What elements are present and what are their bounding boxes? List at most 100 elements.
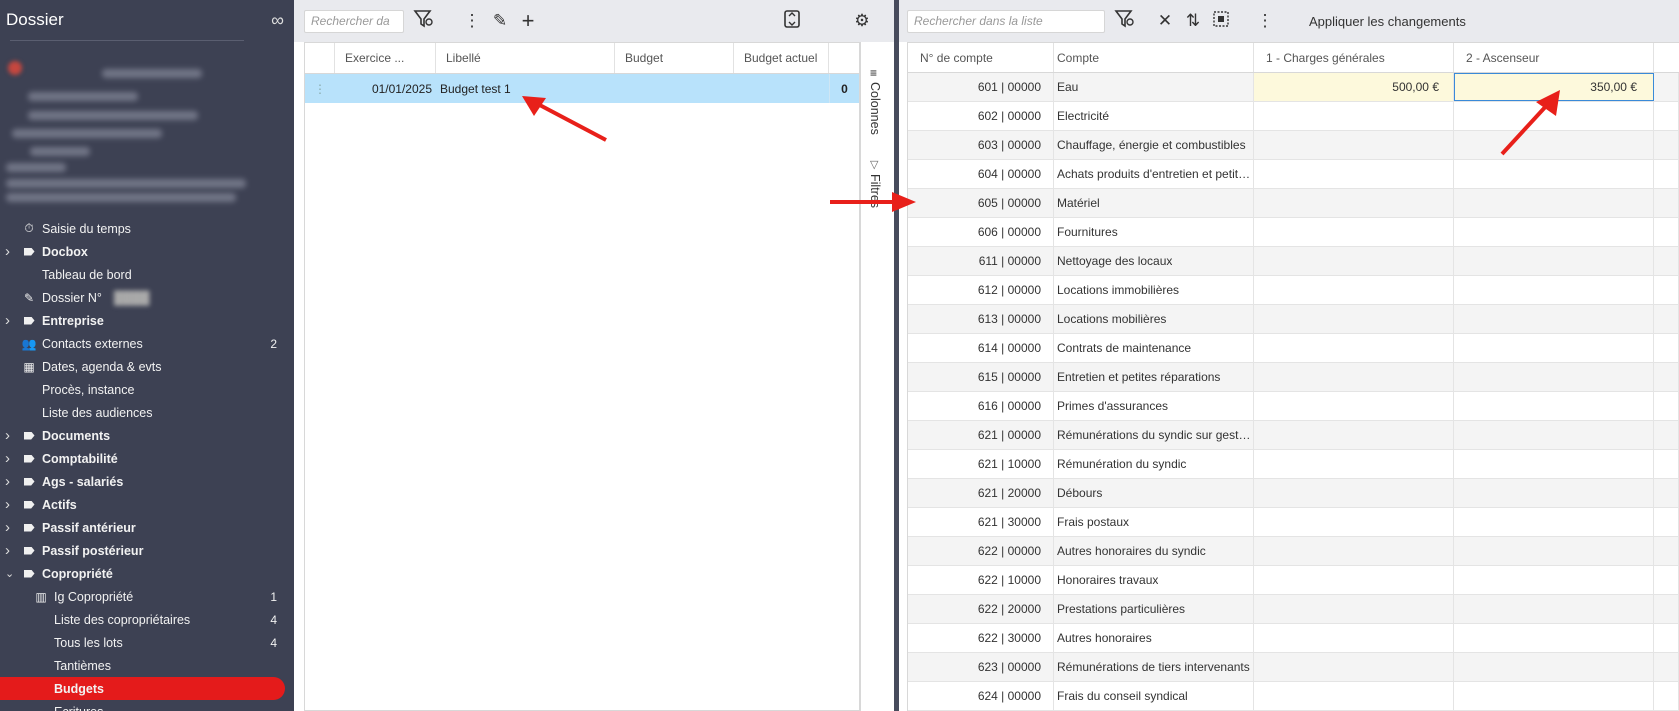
chevron-right-icon[interactable]: › [5,473,10,490]
charges-generales-cell[interactable] [1254,334,1454,362]
sidebar-item-entreprise[interactable]: › Entreprise [0,309,294,332]
col-account-number[interactable]: N° de compte [908,43,1054,72]
col-ascenseur[interactable]: 2 - Ascenseur [1454,43,1654,72]
charges-generales-cell[interactable] [1254,131,1454,159]
ascenseur-cell[interactable] [1454,624,1654,652]
charges-generales-cell[interactable] [1254,537,1454,565]
sidebar-item-proc-s-instance[interactable]: Procès, instance [0,378,294,401]
table-row[interactable]: 614 | 00000 Contrats de maintenance [908,334,1679,363]
table-row[interactable]: 613 | 00000 Locations mobilières [908,305,1679,334]
col-exercice[interactable]: Exercice ... [335,43,436,73]
charges-generales-cell[interactable] [1254,479,1454,507]
charges-generales-cell[interactable] [1254,363,1454,391]
charges-generales-cell[interactable] [1254,450,1454,478]
drag-handle-icon[interactable]: ⋮ [305,74,335,103]
chevron-right-icon[interactable]: › [5,519,10,536]
ascenseur-cell[interactable] [1454,682,1654,710]
sidebar-item-docbox[interactable]: › Docbox [0,240,294,263]
charges-generales-cell[interactable] [1254,653,1454,681]
table-row[interactable]: 606 | 00000 Fournitures [908,218,1679,247]
sidebar-item-passif-post-rieur[interactable]: › Passif postérieur [0,539,294,562]
sidebar-item-dossier-n[interactable]: ✎ Dossier N° ████ [0,286,294,309]
table-row[interactable]: 605 | 00000 Matériel [908,189,1679,218]
charges-generales-cell[interactable] [1254,189,1454,217]
more-vertical-icon[interactable]: ⋮ [1251,11,1279,31]
expand-panel-icon[interactable] [778,9,806,34]
sidebar-item-tableau-de-bord[interactable]: Tableau de bord [0,263,294,286]
charges-generales-cell[interactable] [1254,508,1454,536]
sidebar-item-ig-copropri-t[interactable]: ▥ Ig Copropriété 1 [0,585,294,608]
table-row[interactable]: 622 | 30000 Autres honoraires [908,624,1679,653]
budget-row[interactable]: ⋮ 01/01/2025 Budget test 1 0 [305,74,859,103]
col-account[interactable]: Compte [1054,43,1254,72]
table-row[interactable]: 622 | 00000 Autres honoraires du syndic [908,537,1679,566]
col-charges-generales[interactable]: 1 - Charges générales [1254,43,1454,72]
table-row[interactable]: 621 | 20000 Débours [908,479,1679,508]
ascenseur-cell[interactable] [1454,421,1654,449]
sidebar-item-passif-ant-rieur[interactable]: › Passif antérieur [0,516,294,539]
sidebar-item-tanti-mes[interactable]: Tantièmes [0,654,294,677]
filter-settings-icon[interactable] [1111,9,1139,34]
charges-generales-cell[interactable] [1254,624,1454,652]
sidebar-item-liste-des-audiences[interactable]: Liste des audiences [0,401,294,424]
col-budget[interactable]: Budget [615,43,734,73]
table-row[interactable]: 601 | 00000 Eau 500,00 €350,00 € [908,73,1679,102]
ascenseur-cell[interactable] [1454,160,1654,188]
add-icon[interactable]: + [514,8,542,34]
chevron-right-icon[interactable]: › [5,312,10,329]
charges-generales-cell[interactable]: 500,00 € [1254,73,1454,101]
chevron-right-icon[interactable]: › [5,496,10,513]
ascenseur-cell[interactable] [1454,334,1654,362]
charges-generales-cell[interactable] [1254,102,1454,130]
table-row[interactable]: 602 | 00000 Electricité [908,102,1679,131]
ascenseur-cell[interactable] [1454,363,1654,391]
table-row[interactable]: 603 | 00000 Chauffage, énergie et combust… [908,131,1679,160]
ascenseur-cell[interactable] [1454,566,1654,594]
table-row[interactable]: 616 | 00000 Primes d'assurances [908,392,1679,421]
table-row[interactable]: 622 | 10000 Honoraires travaux [908,566,1679,595]
charges-generales-cell[interactable] [1254,247,1454,275]
chevron-right-icon[interactable]: › [5,542,10,559]
sidebar-item-actifs[interactable]: › Actifs [0,493,294,516]
charges-generales-cell[interactable] [1254,682,1454,710]
apply-changes-button[interactable]: Appliquer les changements [1309,14,1466,29]
ascenseur-cell[interactable] [1454,595,1654,623]
close-icon[interactable]: ✕ [1151,11,1179,31]
ascenseur-cell[interactable] [1454,247,1654,275]
table-row[interactable]: 621 | 30000 Frais postaux [908,508,1679,537]
charges-generales-cell[interactable] [1254,305,1454,333]
edit-pencil-icon[interactable]: ✎ [486,11,514,31]
sidebar-item-ecritures[interactable]: Ecritures [0,700,294,711]
chevron-right-icon[interactable]: › [5,243,10,260]
more-vertical-icon[interactable]: ⋮ [458,11,486,31]
sidebar-item-comptabilit[interactable]: › Comptabilité [0,447,294,470]
charges-generales-cell[interactable] [1254,160,1454,188]
ascenseur-cell[interactable] [1454,508,1654,536]
charges-generales-cell[interactable] [1254,421,1454,449]
table-row[interactable]: 604 | 00000 Achats produits d'entretien e… [908,160,1679,189]
table-row[interactable]: 615 | 00000 Entretien et petites réparati… [908,363,1679,392]
table-row[interactable]: 612 | 00000 Locations immobilières [908,276,1679,305]
ascenseur-cell[interactable] [1454,537,1654,565]
ascenseur-cell[interactable]: 350,00 € [1454,73,1654,101]
settings-gear-icon[interactable]: ⚙ [848,11,876,31]
chevron-down-icon[interactable]: ⌄ [5,567,14,580]
filter-settings-icon[interactable] [410,9,438,34]
sort-icon[interactable]: ⇅ [1179,11,1207,31]
ascenseur-cell[interactable] [1454,276,1654,304]
ascenseur-cell[interactable] [1454,218,1654,246]
table-row[interactable]: 623 | 00000 Rémunérations de tiers interv… [908,653,1679,682]
sidebar-item-tous-les-lots[interactable]: Tous les lots 4 [0,631,294,654]
charges-generales-cell[interactable] [1254,595,1454,623]
charges-generales-cell[interactable] [1254,566,1454,594]
col-libelle[interactable]: Libellé [436,43,615,73]
table-row[interactable]: 624 | 00000 Frais du conseil syndical [908,682,1679,711]
table-row[interactable]: 622 | 20000 Prestations particulières [908,595,1679,624]
ascenseur-cell[interactable] [1454,479,1654,507]
sidebar-item-saisie-du-temps[interactable]: ⏱ Saisie du temps [0,217,294,240]
details-search-input[interactable]: Rechercher dans la liste [907,9,1105,33]
ascenseur-cell[interactable] [1454,131,1654,159]
ascenseur-cell[interactable] [1454,305,1654,333]
charges-generales-cell[interactable] [1254,392,1454,420]
infinity-link-icon[interactable]: ∞ [271,10,284,31]
